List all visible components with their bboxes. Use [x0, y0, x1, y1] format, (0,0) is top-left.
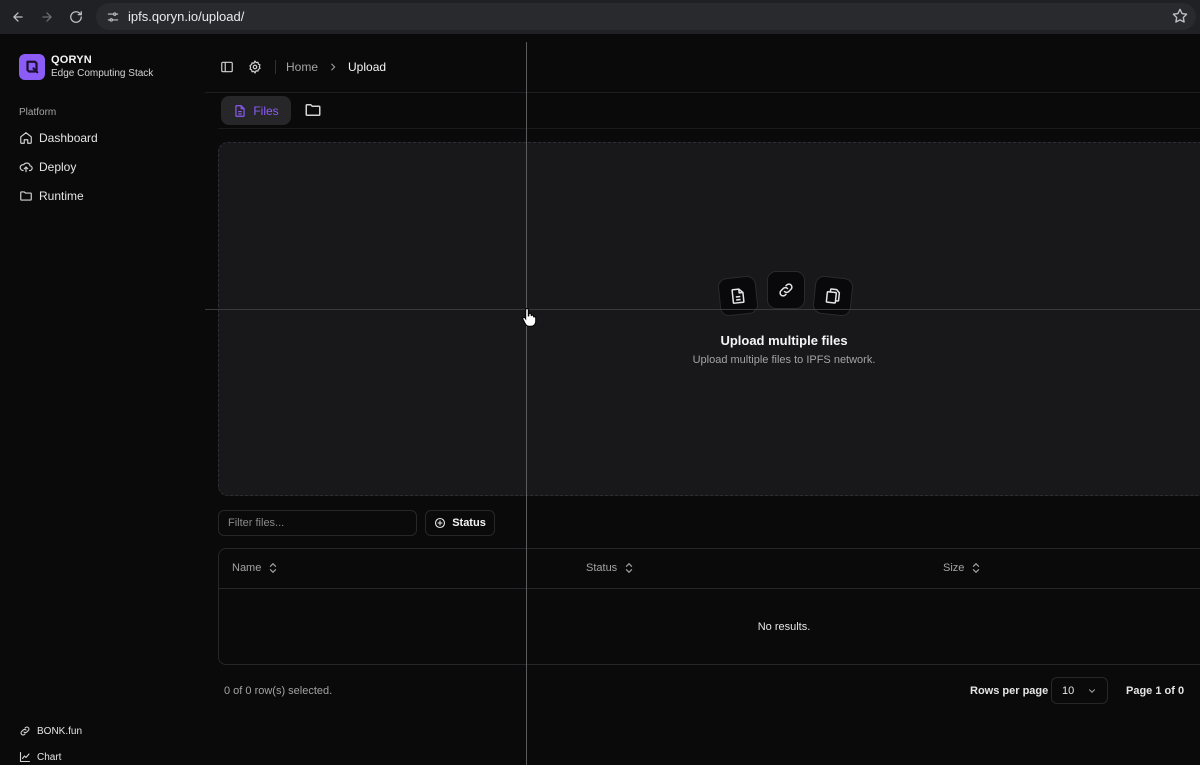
sidebar-item-label: Chart — [37, 751, 62, 763]
file-text-icon — [235, 104, 245, 117]
files-table: Name Status Size No results. — [218, 548, 1200, 665]
chevron-right-icon — [331, 63, 336, 71]
tab-files[interactable]: Files — [221, 96, 291, 125]
sidebar-section-label: Platform — [19, 107, 57, 118]
page-indicator: Page 1 of 0 — [1126, 685, 1185, 697]
tab-files-label: Files — [253, 103, 279, 118]
link-icon — [20, 726, 30, 736]
column-label: Name — [232, 562, 262, 574]
column-label: Size — [943, 562, 965, 574]
table-header: Name Status Size — [219, 549, 1200, 589]
crosshair-vertical-line — [526, 42, 527, 765]
rows-per-page-select[interactable]: 10 — [1051, 677, 1108, 704]
column-header-size[interactable]: Size — [943, 562, 981, 574]
sidebar-toggle-icon[interactable] — [220, 60, 234, 74]
dropzone-subtitle: Upload multiple files to IPFS network. — [692, 354, 876, 366]
sidebar-item-label: Runtime — [39, 189, 84, 203]
status-filter-label: Status — [452, 517, 486, 529]
status-filter-button[interactable]: Status — [425, 510, 495, 536]
dropzone-icons — [716, 271, 856, 321]
chevron-down-icon — [1088, 689, 1096, 693]
settings-gear-icon[interactable] — [248, 60, 262, 74]
site-settings-icon[interactable] — [104, 8, 122, 26]
tab-folder-icon[interactable] — [304, 101, 322, 119]
sidebar-item-label: BONK.fun — [37, 725, 83, 737]
column-label: Status — [586, 562, 618, 574]
brand-name: QORYN — [51, 54, 92, 66]
sort-icon — [626, 562, 633, 574]
hand-cursor-icon — [522, 307, 537, 327]
copy-files-icon — [812, 275, 854, 317]
arrow-right-icon — [42, 12, 52, 22]
home-icon — [20, 132, 32, 144]
qoryn-logo-icon — [19, 54, 45, 80]
topbar-divider — [275, 60, 276, 74]
back-button[interactable] — [4, 3, 32, 31]
reload-icon — [70, 11, 82, 23]
forward-button[interactable] — [33, 3, 61, 31]
sort-icon — [270, 562, 277, 574]
main-content: Home Upload Files Upload multiple files … — [205, 34, 1200, 765]
sidebar-item-label: Dashboard — [39, 131, 98, 145]
rows-per-page-value: 10 — [1062, 684, 1075, 697]
column-header-name[interactable]: Name — [232, 562, 278, 574]
dropzone-title: Upload multiple files — [720, 333, 848, 348]
crosshair-horizontal-line — [205, 309, 1200, 310]
selection-count: 0 of 0 row(s) selected. — [224, 685, 333, 697]
bookmark-star-icon[interactable] — [1172, 8, 1188, 24]
chart-line-icon — [19, 751, 31, 763]
brand-subtitle: Edge Computing Stack — [51, 68, 154, 79]
reload-button[interactable] — [62, 3, 90, 31]
sidebar-item-bonk[interactable]: BONK.fun — [19, 725, 82, 737]
sort-icon — [973, 562, 980, 574]
url-text[interactable]: ipfs.qoryn.io/upload/ — [128, 9, 244, 24]
upload-mode-tabs: Files — [218, 93, 1200, 129]
folder-icon — [20, 191, 32, 201]
sidebar-item-runtime[interactable]: Runtime — [19, 185, 84, 207]
column-header-status[interactable]: Status — [586, 562, 634, 574]
file-icon — [717, 275, 759, 317]
breadcrumb-home[interactable]: Home — [286, 60, 318, 74]
breadcrumb: Home Upload — [286, 60, 386, 74]
sidebar-item-chart[interactable]: Chart — [19, 751, 61, 763]
browser-toolbar: ipfs.qoryn.io/upload/ — [0, 0, 1200, 34]
sidebar-item-deploy[interactable]: Deploy — [19, 156, 76, 178]
upload-dropzone[interactable]: Upload multiple files Upload multiple fi… — [218, 142, 1200, 496]
brand[interactable]: QORYN Edge Computing Stack — [19, 54, 153, 80]
plus-circle-icon — [435, 517, 446, 529]
top-bar: Home Upload — [205, 34, 1200, 93]
sidebar: QORYN Edge Computing Stack Platform Dash… — [0, 34, 205, 765]
address-bar[interactable]: ipfs.qoryn.io/upload/ — [96, 3, 1196, 30]
sidebar-item-dashboard[interactable]: Dashboard — [19, 127, 98, 149]
breadcrumb-current: Upload — [348, 60, 387, 74]
link-icon — [767, 271, 805, 309]
table-empty-text: No results. — [757, 621, 811, 633]
rows-per-page-label: Rows per page — [970, 685, 1049, 697]
sidebar-item-label: Deploy — [39, 160, 77, 174]
filter-files-input[interactable] — [218, 510, 417, 536]
cloud-upload-icon — [19, 162, 33, 173]
arrow-left-icon — [13, 12, 23, 22]
